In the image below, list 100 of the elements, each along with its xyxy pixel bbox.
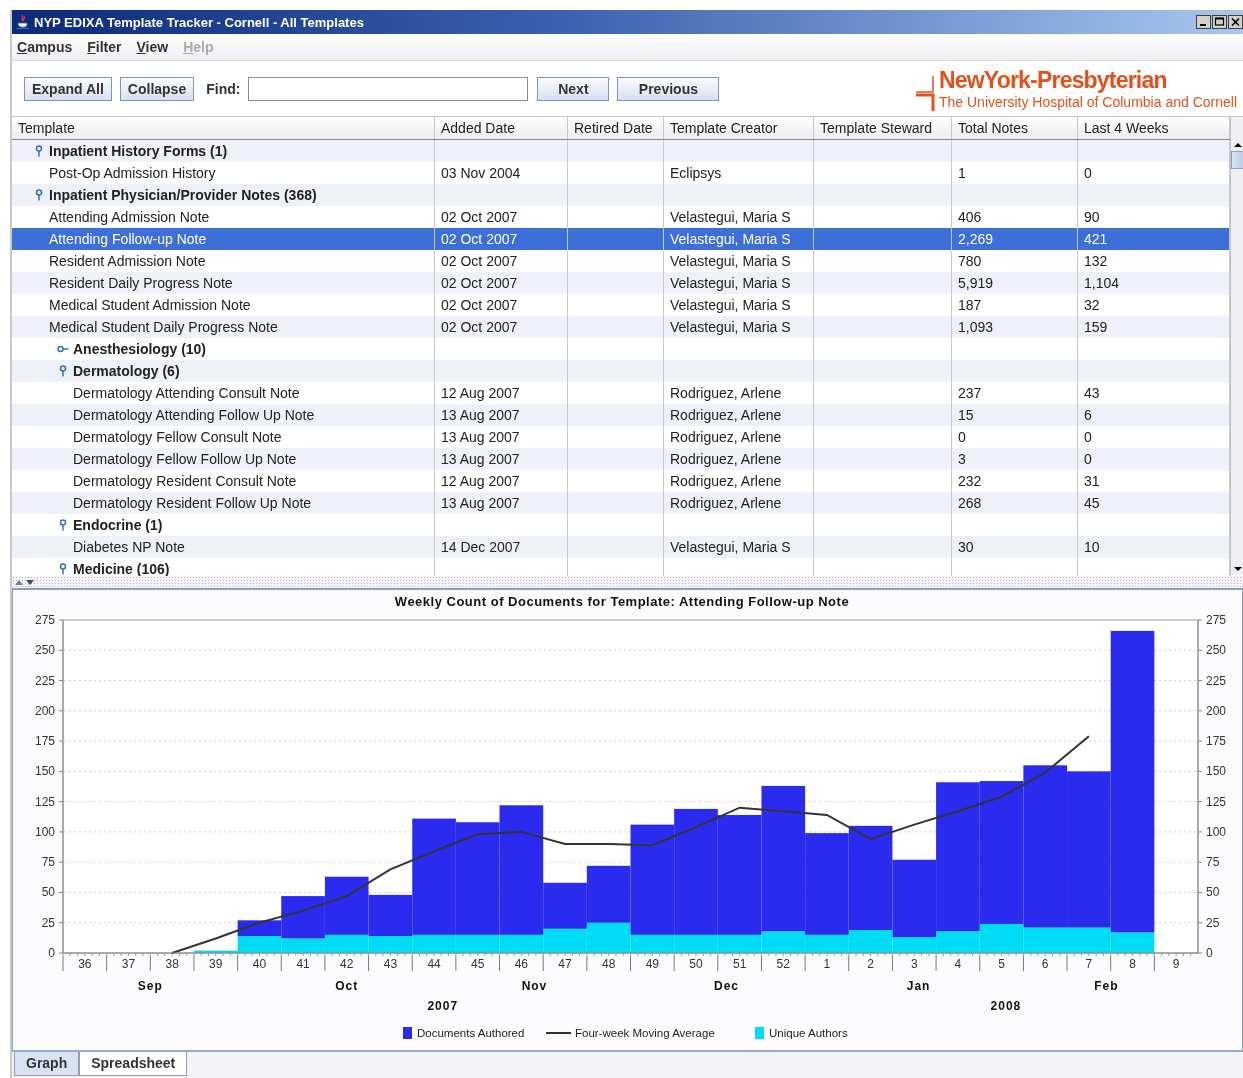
- tree-toggle-icon[interactable]: [58, 519, 68, 531]
- group-row[interactable]: Inpatient History Forms (1): [12, 140, 1230, 162]
- x-tick-label: 4: [954, 957, 962, 971]
- table-cell-text: 43: [1084, 384, 1100, 403]
- legend-label: Documents Authored: [417, 1027, 525, 1039]
- tab[interactable]: Graph: [14, 1052, 80, 1076]
- group-label: Inpatient Physician/Provider Notes (368): [49, 186, 317, 205]
- table-cell-text: Dermatology Attending Follow Up Note: [73, 406, 315, 425]
- y-tick-label: 225: [1206, 673, 1227, 688]
- column-header[interactable]: Template: [12, 117, 435, 139]
- table-cell-text: 6: [1084, 406, 1092, 425]
- previous-button[interactable]: Previous: [617, 76, 720, 101]
- column-header[interactable]: Total Notes: [952, 117, 1078, 139]
- x-tick-label: 46: [514, 957, 529, 971]
- y-tick-label: 0: [48, 946, 55, 960]
- tree-toggle-icon[interactable]: [34, 145, 44, 157]
- table-cell-text: 90: [1084, 208, 1100, 227]
- bracket-icon: [914, 92, 935, 111]
- x-tick-label: 43: [383, 957, 398, 971]
- table-cell-text: 31: [1084, 472, 1100, 491]
- table-row[interactable]: Dermatology Resident Follow Up Note 13 Aug 2007 Rodriguez, Arlene 268 45: [12, 492, 1230, 514]
- axis-group-label: Oct: [335, 979, 359, 993]
- axis-group-label: Sep: [137, 979, 163, 993]
- maximize-icon[interactable]: [1212, 15, 1227, 29]
- tree-toggle-icon[interactable]: [57, 344, 69, 354]
- find-label: Find:: [206, 80, 241, 97]
- table-cell-text: 780: [958, 252, 982, 271]
- axis-group-label: Feb: [1094, 979, 1119, 993]
- table-cell-text: 13 Aug 2007: [441, 494, 520, 513]
- y-tick-label: 150: [1206, 764, 1227, 779]
- find-field[interactable]: [248, 76, 529, 101]
- x-tick-label: 50: [689, 957, 703, 971]
- y-tick-label: 100: [34, 824, 55, 839]
- menu-item[interactable]: Filter: [87, 39, 122, 55]
- table-cell-text: 02 Oct 2007: [441, 296, 518, 315]
- close-icon[interactable]: [1228, 15, 1243, 29]
- table-cell-text: 406: [958, 208, 982, 227]
- x-tick-label: 36: [78, 957, 92, 971]
- legend-label: Four-week Moving Average: [575, 1027, 715, 1039]
- table-row[interactable]: Dermatology Fellow Follow Up Note 13 Aug 2007 Rodriguez, Arlene 3 0: [12, 448, 1230, 470]
- table-row[interactable]: Attending Follow-up Note 02 Oct 2007 Velastegui, Maria S 2,269 421: [12, 228, 1230, 250]
- table-cell-text: 02 Oct 2007: [441, 274, 518, 293]
- table-cell-text: 159: [1084, 318, 1108, 337]
- x-tick-label: 47: [558, 957, 572, 971]
- x-tick-label: 42: [340, 957, 354, 971]
- x-tick-label: 52: [776, 957, 790, 971]
- table-cell-text: Dermatology Resident Consult Note: [73, 472, 297, 491]
- tree-toggle-icon[interactable]: [58, 563, 68, 575]
- x-tick-label: 38: [165, 957, 179, 971]
- y-tick-label: 175: [1206, 734, 1227, 749]
- table-cell-text: 421: [1084, 230, 1108, 249]
- menu-item[interactable]: Campus: [17, 39, 73, 55]
- y-tick-label: 275: [1206, 613, 1227, 627]
- menu-item[interactable]: View: [136, 39, 169, 55]
- x-tick-label: 9: [1172, 957, 1180, 971]
- axis-group-label: Dec: [714, 979, 740, 993]
- table-cell-text: 0: [1084, 428, 1092, 447]
- x-tick-label: 49: [645, 957, 659, 971]
- x-tick-label: 8: [1129, 957, 1136, 971]
- table-cell-text: 0: [958, 428, 966, 447]
- table-cell-text: Resident Daily Progress Note: [49, 274, 233, 293]
- group-label: Medicine (106): [73, 560, 170, 576]
- group-label: Inpatient History Forms (1): [49, 142, 228, 161]
- tab[interactable]: Spreadsheet: [79, 1052, 188, 1076]
- y-tick-label: 100: [1206, 824, 1227, 839]
- next-button[interactable]: Next: [537, 76, 610, 101]
- table-cell-text: Velastegui, Maria S: [670, 318, 791, 337]
- table-row[interactable]: Medical Student Daily Progress Note 02 Oct 2007 Velastegui, Maria S 1,093 159: [12, 316, 1230, 338]
- scroll-thumb[interactable]: [1231, 151, 1243, 169]
- table-row[interactable]: Diabetes NP Note 14 Dec 2007 Velastegui, Maria S 30 10: [12, 536, 1230, 558]
- y-tick-label: 150: [34, 764, 55, 779]
- column-header[interactable]: Template Steward: [814, 117, 952, 139]
- tree-toggle-icon[interactable]: [58, 365, 68, 377]
- table-cell-text: Velastegui, Maria S: [670, 296, 791, 315]
- table-row[interactable]: Dermatology Attending Follow Up Note 13 Aug 2007 Rodriguez, Arlene 15 6: [12, 404, 1230, 426]
- table-row[interactable]: Resident Daily Progress Note 02 Oct 2007 Velastegui, Maria S 5,919 1,104: [12, 272, 1230, 294]
- splitter-arrows-icon[interactable]: [14, 578, 36, 586]
- bracket-icon: [914, 74, 935, 93]
- table-cell-text: Medical Student Daily Progress Note: [49, 318, 278, 337]
- x-tick-label: 5: [998, 957, 1005, 971]
- table-cell-text: Rodriguez, Arlene: [670, 472, 782, 491]
- table-cell-text: 268: [958, 494, 982, 513]
- collapse-button[interactable]: Collapse: [119, 76, 195, 101]
- table-cell-text: 232: [958, 472, 982, 491]
- tree-toggle-icon[interactable]: [34, 189, 44, 201]
- table-cell-text: 14 Dec 2007: [441, 538, 521, 557]
- table-cell-text: 2,269: [958, 230, 994, 249]
- table-cell-text: 02 Oct 2007: [441, 318, 518, 337]
- column-header[interactable]: Added Date: [435, 117, 568, 139]
- column-header[interactable]: Retired Date: [568, 117, 664, 139]
- minimize-icon[interactable]: [1196, 15, 1211, 29]
- group-row[interactable]: Inpatient Physician/Provider Notes (368): [12, 184, 1230, 206]
- column-header[interactable]: Template Creator: [664, 117, 814, 139]
- axis-group-label: 2007: [427, 999, 459, 1013]
- legend-label: Unique Authors: [769, 1027, 848, 1039]
- group-row[interactable]: Dermatology (6): [12, 360, 1230, 382]
- x-tick-label: 48: [602, 957, 616, 971]
- y-tick-label: 125: [1206, 794, 1227, 809]
- expand-all-button[interactable]: Expand All: [24, 76, 112, 101]
- scrollbar[interactable]: [1230, 117, 1243, 575]
